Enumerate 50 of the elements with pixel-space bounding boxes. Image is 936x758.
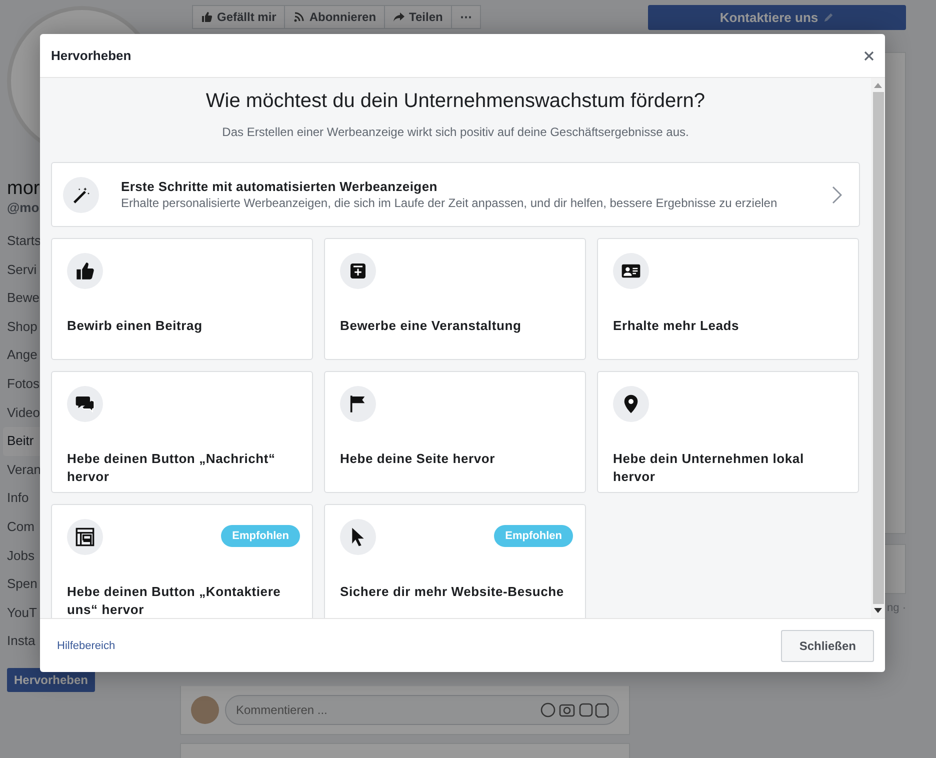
page-name: mor bbox=[7, 178, 40, 200]
recommended-badge: Empfohlen bbox=[494, 525, 573, 547]
help-link[interactable]: Hilfebereich bbox=[57, 640, 116, 652]
rss-icon bbox=[293, 11, 306, 23]
share-arrow-icon bbox=[393, 11, 406, 23]
thumbs-up-icon bbox=[75, 261, 95, 281]
action-button[interactable]: Gefällt mir bbox=[192, 5, 286, 29]
option-label: Erhalte mehr Leads bbox=[613, 317, 740, 335]
scroll-down-icon[interactable] bbox=[874, 608, 882, 614]
page-handle: @mo bbox=[7, 200, 40, 215]
chat-bubbles-icon bbox=[75, 394, 95, 414]
pencil-icon bbox=[823, 12, 834, 23]
close-icon[interactable] bbox=[864, 50, 874, 60]
option-label: Bewirb einen Beitrag bbox=[67, 317, 204, 335]
card-title: Erste Schritte mit automatisierten Werbeanzeigen bbox=[121, 179, 438, 194]
option-label: Sichere dir mehr Website-Besuche bbox=[340, 583, 565, 601]
user-avatar bbox=[191, 696, 219, 724]
magic-wand-icon bbox=[71, 184, 91, 204]
promotion-option-card[interactable]: Erhalte mehr Leads bbox=[597, 238, 859, 360]
option-label: Hebe deine Seite hervor bbox=[340, 450, 496, 468]
dialog-heading: Wie möchtest du dein Unternehmenswachstum fördern? bbox=[204, 90, 706, 113]
automated-ads-card[interactable]: Erste Schritte mit automatisierten Werbeanzeigen Erhalte personalisierte Werbeanzeigen, die sich im Laufe der Zeit anpassen, und dir helfen, bessere Ergebnisse zu erzielen bbox=[51, 162, 860, 227]
promotion-option-card[interactable]: Empfohlen Hebe deinen Button „Kontaktiere uns“ hervor bbox=[51, 504, 313, 618]
option-label: Hebe dein Unternehmen lokal hervor bbox=[613, 450, 805, 486]
promotion-option-card[interactable]: Hebe dein Unternehmen lokal hervor bbox=[597, 371, 859, 493]
option-label: Bewerbe eine Veranstaltung bbox=[340, 317, 522, 335]
dialog-subheading: Das Erstellen einer Werbeanzeige wirkt sich positiv auf deine Geschäftsergebnisse aus. bbox=[221, 125, 690, 139]
chevron-right-icon bbox=[832, 186, 842, 204]
scrollbar[interactable] bbox=[871, 78, 885, 618]
close-button[interactable]: Schließen bbox=[781, 630, 874, 662]
promotion-option-card[interactable]: Bewerbe eine Veranstaltung bbox=[324, 238, 586, 360]
action-button[interactable]: ⋯ bbox=[450, 5, 481, 29]
comment-tools-icon bbox=[540, 702, 610, 718]
comment-field[interactable]: Kommentieren ... bbox=[225, 695, 619, 725]
promotion-option-card[interactable]: Hebe deine Seite hervor bbox=[324, 371, 586, 493]
promotion-option-card[interactable]: Empfohlen Sichere dir mehr Website-Besuche bbox=[324, 504, 586, 618]
option-label: Hebe deinen Button „Kontaktiere uns“ hervor bbox=[67, 583, 282, 618]
layout-icon bbox=[75, 527, 95, 547]
action-button[interactable]: Abonnieren bbox=[284, 5, 386, 29]
action-button[interactable]: Teilen bbox=[384, 5, 452, 29]
recommended-badge: Empfohlen bbox=[221, 525, 300, 547]
dialog-title: Hervorheben bbox=[51, 48, 132, 63]
map-pin-icon bbox=[622, 394, 640, 414]
thumbs-up-icon bbox=[201, 11, 213, 23]
option-label: Hebe deinen Button „Nachricht“ hervor bbox=[67, 450, 276, 486]
contact-button[interactable]: Kontaktiere uns bbox=[648, 5, 906, 30]
card-description: Erhalte personalisierte Werbeanzeigen, die sich im Laufe der Zeit anpassen, und dir helfen, bessere Ergebnisse zu erzielen bbox=[121, 196, 778, 210]
promotion-option-card[interactable]: Bewirb einen Beitrag bbox=[51, 238, 313, 360]
calendar-add-icon bbox=[349, 262, 367, 280]
promotion-option-card[interactable]: Hebe deinen Button „Nachricht“ hervor bbox=[51, 371, 313, 493]
